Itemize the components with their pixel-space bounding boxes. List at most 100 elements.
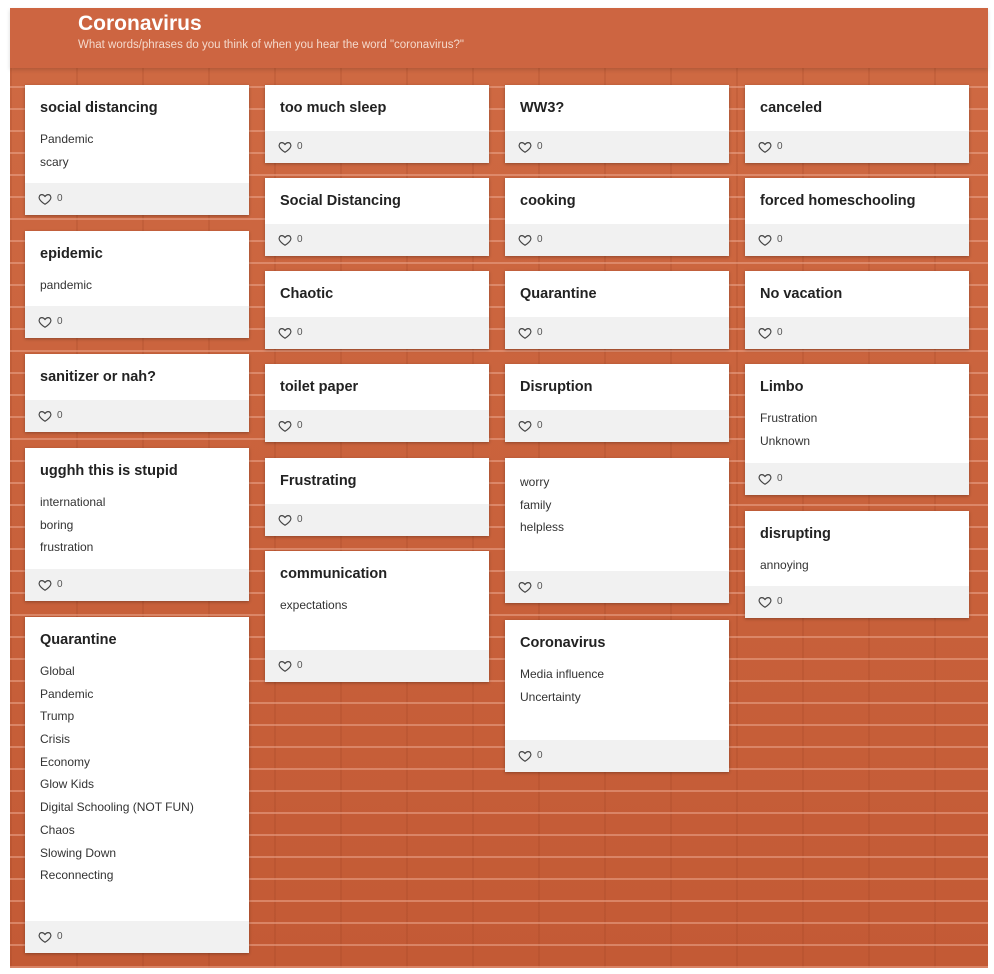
post-card[interactable]: Social Distancing 0 bbox=[265, 178, 489, 256]
heart-icon[interactable] bbox=[758, 595, 772, 609]
post-footer: 0 bbox=[25, 921, 249, 953]
post-line: worry bbox=[520, 475, 550, 489]
post-title: WW3? bbox=[520, 100, 565, 116]
heart-icon[interactable] bbox=[38, 192, 52, 206]
post-line: Chaos bbox=[40, 822, 75, 837]
like-count: 0 bbox=[777, 473, 783, 484]
post-title: cooking bbox=[520, 193, 576, 209]
board-subtitle: What words/phrases do you think of when … bbox=[78, 39, 464, 51]
heart-icon[interactable] bbox=[518, 749, 532, 763]
post-card[interactable]: too much sleep 0 bbox=[265, 85, 489, 163]
post-footer: 0 bbox=[265, 410, 489, 442]
post-footer: 0 bbox=[745, 131, 969, 163]
post-card[interactable]: Quarantine 0 bbox=[505, 271, 729, 349]
post-body: Frustration Unknown bbox=[760, 407, 817, 452]
post-footer: 0 bbox=[505, 224, 729, 256]
post-card[interactable]: ugghh this is stupid international borin… bbox=[25, 448, 249, 601]
heart-icon[interactable] bbox=[758, 326, 772, 340]
post-body: expectations bbox=[280, 594, 347, 617]
post-line: frustration bbox=[40, 540, 94, 555]
post-card[interactable]: WW3? 0 bbox=[505, 85, 729, 163]
post-card[interactable]: toilet paper 0 bbox=[265, 364, 489, 442]
post-line: expectations bbox=[280, 598, 348, 612]
board-title: Coronavirus bbox=[78, 12, 202, 35]
post-card[interactable]: canceled 0 bbox=[745, 85, 969, 163]
heart-icon[interactable] bbox=[518, 326, 532, 340]
post-card[interactable]: Frustrating 0 bbox=[265, 458, 489, 536]
post-line: family bbox=[520, 497, 552, 512]
like-count: 0 bbox=[297, 420, 303, 431]
post-title: too much sleep bbox=[280, 100, 387, 116]
post-title: Quarantine bbox=[40, 632, 117, 648]
post-card[interactable]: sanitizer or nah? 0 bbox=[25, 354, 249, 432]
post-footer: 0 bbox=[505, 571, 729, 603]
post-title: canceled bbox=[760, 100, 823, 116]
post-footer: 0 bbox=[265, 504, 489, 536]
post-card[interactable]: epidemic pandemic 0 bbox=[25, 231, 249, 338]
post-title: forced homeschooling bbox=[760, 193, 916, 209]
heart-icon[interactable] bbox=[758, 140, 772, 154]
post-card[interactable]: worry family helpless 0 bbox=[505, 458, 729, 603]
heart-icon[interactable] bbox=[278, 140, 292, 154]
like-count: 0 bbox=[297, 141, 303, 152]
post-body: international boring frustration bbox=[40, 491, 105, 559]
post-line: Global bbox=[40, 664, 75, 678]
post-card[interactable]: forced homeschooling 0 bbox=[745, 178, 969, 256]
post-footer: 0 bbox=[745, 463, 969, 495]
post-card[interactable]: Disruption 0 bbox=[505, 364, 729, 442]
like-count: 0 bbox=[297, 234, 303, 245]
heart-icon[interactable] bbox=[38, 315, 52, 329]
post-card[interactable]: No vacation 0 bbox=[745, 271, 969, 349]
post-footer: 0 bbox=[25, 400, 249, 432]
post-body: Pandemic scary bbox=[40, 128, 93, 173]
post-card[interactable]: social distancing Pandemic scary 0 bbox=[25, 85, 249, 215]
heart-icon[interactable] bbox=[518, 233, 532, 247]
heart-icon[interactable] bbox=[278, 233, 292, 247]
heart-icon[interactable] bbox=[518, 419, 532, 433]
post-line: Slowing Down bbox=[40, 845, 117, 860]
heart-icon[interactable] bbox=[38, 930, 52, 944]
post-title: Frustrating bbox=[280, 473, 357, 489]
post-title: Disruption bbox=[520, 379, 593, 395]
post-card[interactable]: cooking 0 bbox=[505, 178, 729, 256]
post-card[interactable]: Quarantine Global Pandemic Trump Crisis … bbox=[25, 617, 249, 953]
post-footer: 0 bbox=[265, 224, 489, 256]
post-line: boring bbox=[40, 517, 74, 532]
heart-icon[interactable] bbox=[278, 513, 292, 527]
post-footer: 0 bbox=[265, 650, 489, 682]
post-footer: 0 bbox=[745, 317, 969, 349]
post-card[interactable]: Chaotic 0 bbox=[265, 271, 489, 349]
post-card[interactable]: communication expectations 0 bbox=[265, 551, 489, 682]
heart-icon[interactable] bbox=[758, 472, 772, 486]
post-line: scary bbox=[40, 154, 69, 169]
post-title: communication bbox=[280, 566, 388, 582]
post-footer: 0 bbox=[505, 410, 729, 442]
like-count: 0 bbox=[777, 327, 783, 338]
post-title: Limbo bbox=[760, 379, 804, 395]
heart-icon[interactable] bbox=[758, 233, 772, 247]
post-line: annoying bbox=[760, 558, 809, 572]
heart-icon[interactable] bbox=[278, 659, 292, 673]
post-line: pandemic bbox=[40, 278, 93, 292]
post-title: social distancing bbox=[40, 100, 158, 116]
like-count: 0 bbox=[57, 410, 63, 421]
post-title: Quarantine bbox=[520, 286, 597, 302]
post-line: helpless bbox=[520, 520, 565, 535]
post-footer: 0 bbox=[265, 131, 489, 163]
post-title: No vacation bbox=[760, 286, 843, 302]
post-footer: 0 bbox=[25, 183, 249, 215]
post-footer: 0 bbox=[745, 224, 969, 256]
heart-icon[interactable] bbox=[518, 140, 532, 154]
post-line: Trump bbox=[40, 709, 75, 724]
post-title: disrupting bbox=[760, 526, 831, 542]
post-title: ugghh this is stupid bbox=[40, 463, 178, 479]
post-card[interactable]: Limbo Frustration Unknown 0 bbox=[745, 364, 969, 495]
heart-icon[interactable] bbox=[38, 409, 52, 423]
post-card[interactable]: Coronavirus Media influence Uncertainty … bbox=[505, 620, 729, 772]
heart-icon[interactable] bbox=[38, 578, 52, 592]
heart-icon[interactable] bbox=[518, 580, 532, 594]
heart-icon[interactable] bbox=[278, 326, 292, 340]
post-card[interactable]: disrupting annoying 0 bbox=[745, 511, 969, 618]
post-footer: 0 bbox=[25, 306, 249, 338]
heart-icon[interactable] bbox=[278, 419, 292, 433]
